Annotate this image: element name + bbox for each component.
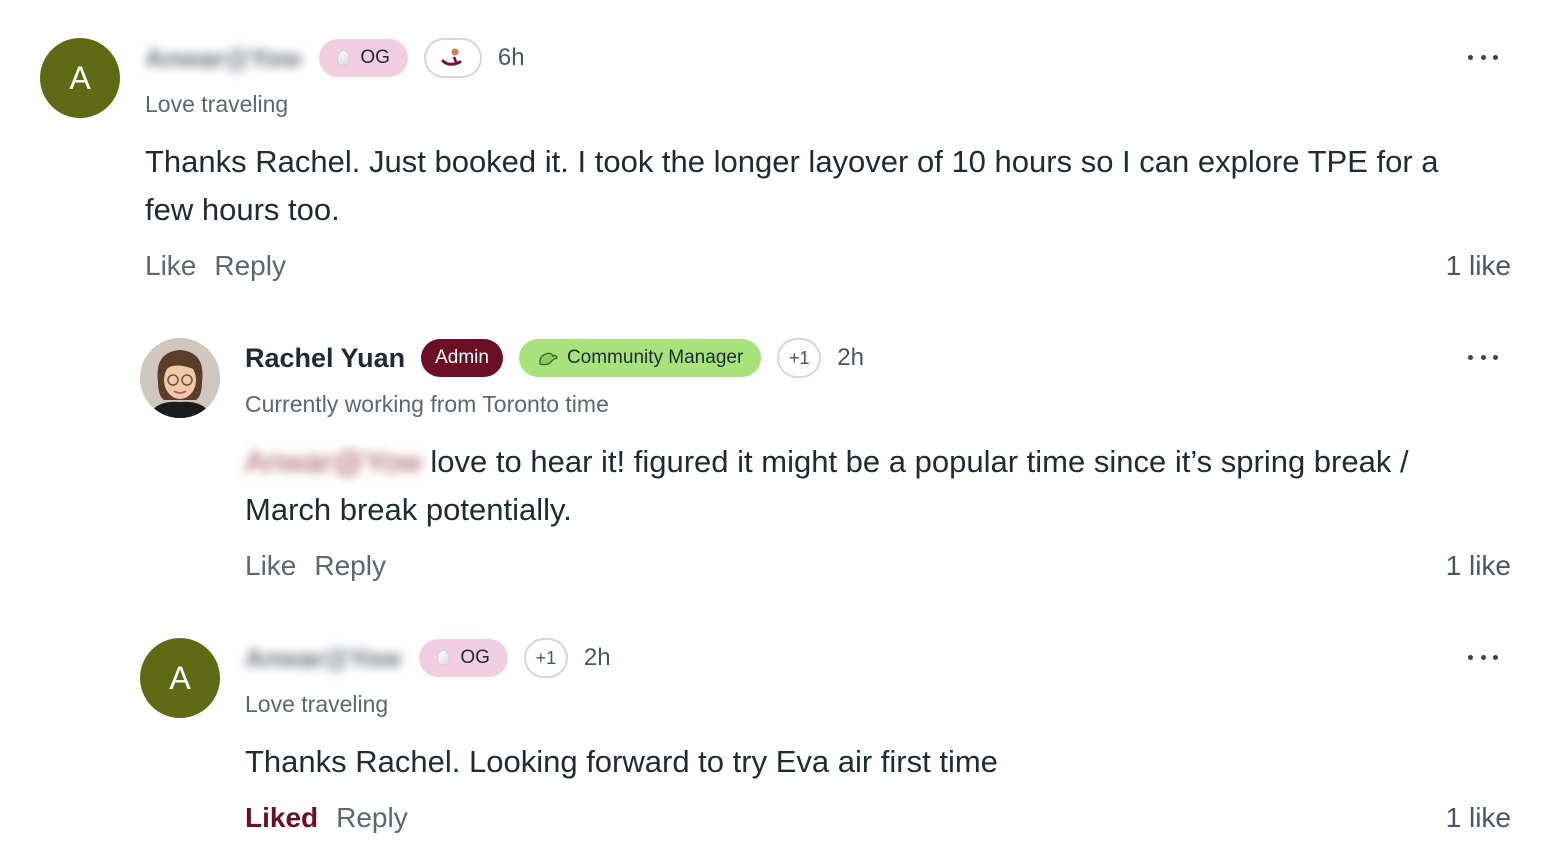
timestamp: 2h — [583, 644, 611, 671]
egg-icon — [337, 50, 351, 66]
timestamp: 2h — [837, 344, 864, 371]
reply-button[interactable]: Reply — [214, 250, 286, 282]
community-manager-label: Community Manager — [566, 347, 744, 368]
comment-body: Anwar@Yow love to hear it! figured it mi… — [245, 438, 1445, 534]
comment-body: Thanks Rachel. Looking forward to try Ev… — [245, 744, 998, 779]
avatar[interactable] — [140, 338, 220, 418]
author-name[interactable]: Anwar@Yow — [145, 43, 301, 74]
comment-actions: Like Reply — [245, 550, 404, 582]
community-manager-badge: Community Manager — [518, 339, 762, 377]
like-count[interactable]: 1 like — [1446, 550, 1511, 582]
og-badge-label: OG — [360, 47, 390, 68]
like-count[interactable]: 1 like — [1446, 802, 1511, 834]
og-badge: OG — [419, 639, 508, 677]
liked-button[interactable]: Liked — [245, 802, 318, 834]
more-badges-button[interactable]: +1 — [777, 338, 822, 378]
ellipsis-icon — [1468, 54, 1473, 60]
ellipsis-icon — [1468, 354, 1473, 360]
more-options-button[interactable] — [1468, 52, 1498, 62]
admin-badge: Admin — [421, 339, 503, 377]
comment-actions: Like Reply — [145, 250, 304, 282]
custom-badge[interactable] — [423, 38, 482, 78]
like-count[interactable]: 1 like — [1446, 250, 1511, 282]
avatar[interactable]: A — [40, 38, 120, 118]
author-name[interactable]: Rachel Yuan — [245, 343, 405, 374]
custom-badge-icon — [441, 48, 462, 66]
like-button[interactable]: Like — [245, 550, 296, 582]
more-badges-button[interactable]: +1 — [523, 638, 568, 678]
reply-button[interactable]: Reply — [314, 550, 386, 582]
avatar-letter: A — [169, 659, 191, 696]
comment-actions: Liked Reply — [245, 802, 426, 834]
egg-icon — [437, 650, 451, 666]
dragon-icon — [539, 352, 558, 366]
author-subtitle: Currently working from Toronto time — [245, 391, 609, 417]
profile-photo — [140, 338, 220, 418]
timestamp: 6h — [497, 44, 525, 71]
og-badge-label: OG — [460, 647, 490, 668]
author-subtitle: Love traveling — [245, 691, 389, 717]
like-button[interactable]: Like — [145, 250, 196, 282]
comment: A Anwar@Yow OG 6h Love traveling Thanks … — [0, 0, 1564, 300]
author-name[interactable]: Anwar@Yow — [245, 643, 401, 674]
comment: Rachel Yuan Admin Community Manager +1 2… — [0, 300, 1564, 600]
avatar[interactable]: A — [140, 638, 220, 718]
more-options-button[interactable] — [1468, 352, 1498, 362]
og-badge: OG — [319, 39, 408, 77]
more-options-button[interactable] — [1468, 652, 1498, 662]
comment-body: Thanks Rachel. Just booked it. I took th… — [145, 144, 1439, 227]
user-mention[interactable]: Anwar@Yow — [245, 444, 422, 479]
author-subtitle: Love traveling — [145, 91, 289, 117]
reply-button[interactable]: Reply — [336, 802, 408, 834]
ellipsis-icon — [1468, 654, 1473, 660]
comment: A Anwar@Yow OG +1 2h Love traveling Than… — [0, 600, 1564, 866]
avatar-letter: A — [69, 59, 91, 96]
